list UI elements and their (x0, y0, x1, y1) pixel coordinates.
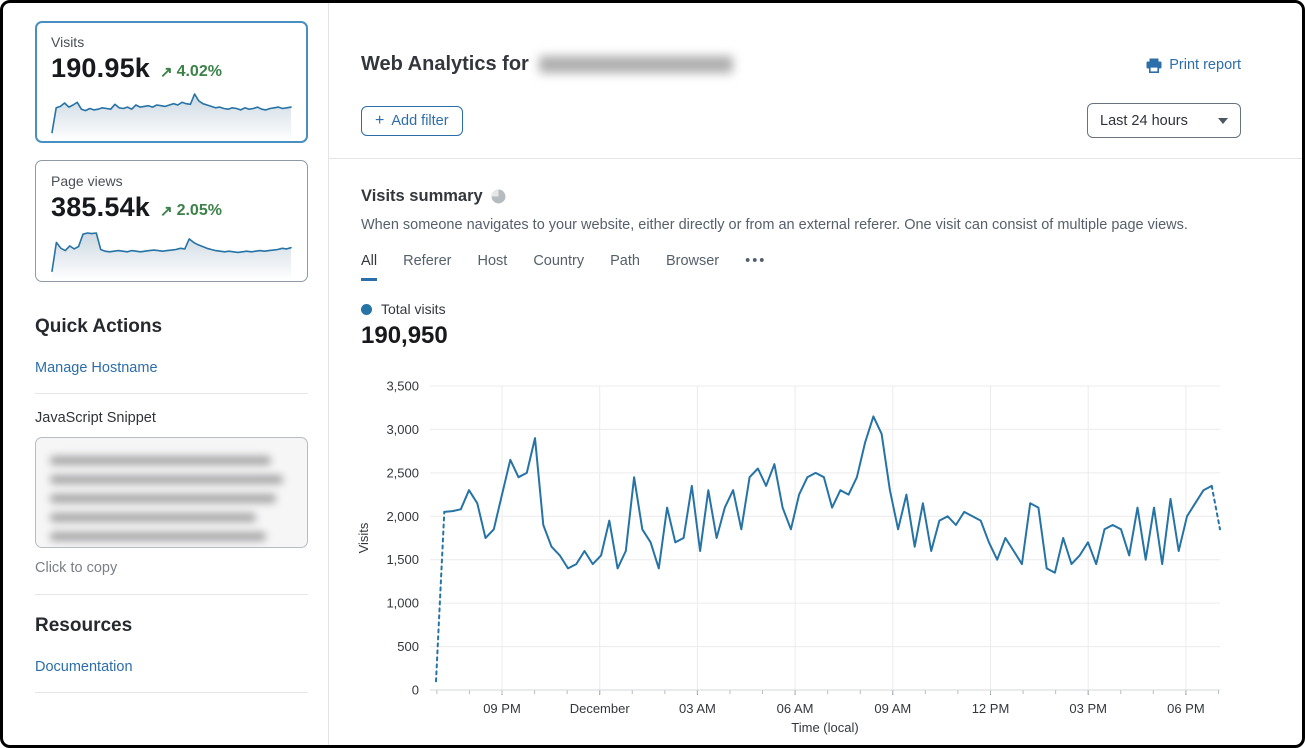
svg-text:Time (local): Time (local) (791, 720, 858, 735)
svg-text:1,500: 1,500 (386, 552, 419, 567)
visits-summary-description: When someone navigates to your website, … (361, 217, 1261, 233)
svg-text:3,000: 3,000 (386, 422, 419, 437)
tabs-more-button[interactable]: ••• (745, 253, 766, 281)
metric-delta: ↗ 4.02% (160, 63, 222, 81)
time-range-select[interactable]: Last 24 hours (1087, 103, 1241, 138)
plus-icon: + (375, 114, 384, 128)
metric-card-label: Page views (51, 173, 292, 189)
click-to-copy-hint: Click to copy (35, 560, 308, 576)
tab-browser[interactable]: Browser (666, 253, 719, 281)
tab-referer[interactable]: Referer (403, 253, 451, 281)
svg-text:2,000: 2,000 (386, 509, 419, 524)
manage-hostname-link[interactable]: Manage Hostname (35, 360, 158, 376)
page-title: Web Analytics for (361, 53, 529, 76)
app-window: Visits 190.95k ↗ 4.02% Page views 385.54… (0, 0, 1305, 748)
redacted-code-line (50, 532, 266, 541)
redacted-code-line (50, 475, 283, 484)
svg-text:2,500: 2,500 (386, 465, 419, 480)
chart-legend: Total visits (361, 301, 446, 317)
svg-text:1,000: 1,000 (386, 596, 419, 611)
sidebar: Visits 190.95k ↗ 4.02% Page views 385.54… (35, 21, 308, 693)
svg-text:12 PM: 12 PM (972, 701, 1010, 716)
add-filter-label: Add filter (391, 113, 448, 129)
metric-card-value: 385.54k (51, 192, 150, 223)
divider (35, 692, 308, 693)
visits-sparkline-chart (51, 86, 292, 142)
metric-delta: ↗ 2.05% (160, 202, 222, 220)
js-snippet-box[interactable] (35, 437, 308, 548)
svg-text:03 PM: 03 PM (1069, 701, 1107, 716)
metric-card-visits[interactable]: Visits 190.95k ↗ 4.02% (35, 21, 308, 143)
main-content: Web Analytics for Print report + Add fil… (329, 3, 1302, 745)
add-filter-button[interactable]: + Add filter (361, 106, 463, 136)
visits-chart: 0 500 1,000 1,500 2,000 2,500 3,000 3,500 09 PM D… (353, 375, 1233, 737)
visits-summary-title: Visits summary (361, 187, 483, 206)
redacted-domain-name (539, 56, 733, 73)
print-report-label: Print report (1169, 57, 1241, 73)
tab-path[interactable]: Path (610, 253, 640, 281)
print-report-button[interactable]: Print report (1146, 57, 1241, 73)
metric-card-value: 190.95k (51, 53, 150, 84)
svg-text:09 PM: 09 PM (483, 701, 521, 716)
redacted-code-line (50, 494, 276, 503)
trend-up-icon: ↗ (160, 63, 173, 81)
documentation-link[interactable]: Documentation (35, 659, 133, 675)
svg-text:500: 500 (397, 639, 419, 654)
redacted-code-line (50, 456, 271, 465)
svg-text:06 AM: 06 AM (777, 701, 814, 716)
dimension-tabs: All Referer Host Country Path Browser ••• (361, 253, 766, 281)
visits-line-chart: 0 500 1,000 1,500 2,000 2,500 3,000 3,500 09 PM D… (353, 375, 1233, 737)
svg-text:09 AM: 09 AM (874, 701, 911, 716)
metric-card-page-views[interactable]: Page views 385.54k ↗ 2.05% (35, 160, 308, 282)
page-views-sparkline-chart (51, 225, 292, 281)
chevron-down-icon (1218, 118, 1228, 124)
svg-text:Visits: Visits (356, 522, 371, 553)
redacted-code-line (50, 513, 256, 522)
metric-delta-value: 2.05% (177, 202, 222, 220)
tab-all[interactable]: All (361, 253, 377, 281)
svg-text:0: 0 (412, 683, 419, 698)
js-snippet-label: JavaScript Snippet (35, 410, 308, 426)
divider (35, 393, 308, 394)
quick-actions-heading: Quick Actions (35, 316, 308, 338)
svg-text:3,500: 3,500 (386, 379, 419, 394)
tab-host[interactable]: Host (477, 253, 507, 281)
tab-country[interactable]: Country (533, 253, 584, 281)
divider (35, 594, 308, 595)
trend-up-icon: ↗ (160, 202, 173, 220)
svg-text:December: December (570, 701, 631, 716)
time-range-value: Last 24 hours (1100, 113, 1188, 129)
pie-help-icon (491, 189, 506, 204)
svg-text:06 PM: 06 PM (1167, 701, 1205, 716)
svg-text:03 AM: 03 AM (679, 701, 716, 716)
total-visits-value: 190,950 (361, 322, 448, 350)
printer-icon (1146, 58, 1162, 73)
header-divider (329, 158, 1302, 159)
resources-heading: Resources (35, 615, 308, 637)
legend-label: Total visits (381, 301, 446, 317)
legend-dot-icon (361, 304, 372, 315)
metric-delta-value: 4.02% (177, 63, 222, 81)
metric-card-label: Visits (51, 34, 292, 50)
